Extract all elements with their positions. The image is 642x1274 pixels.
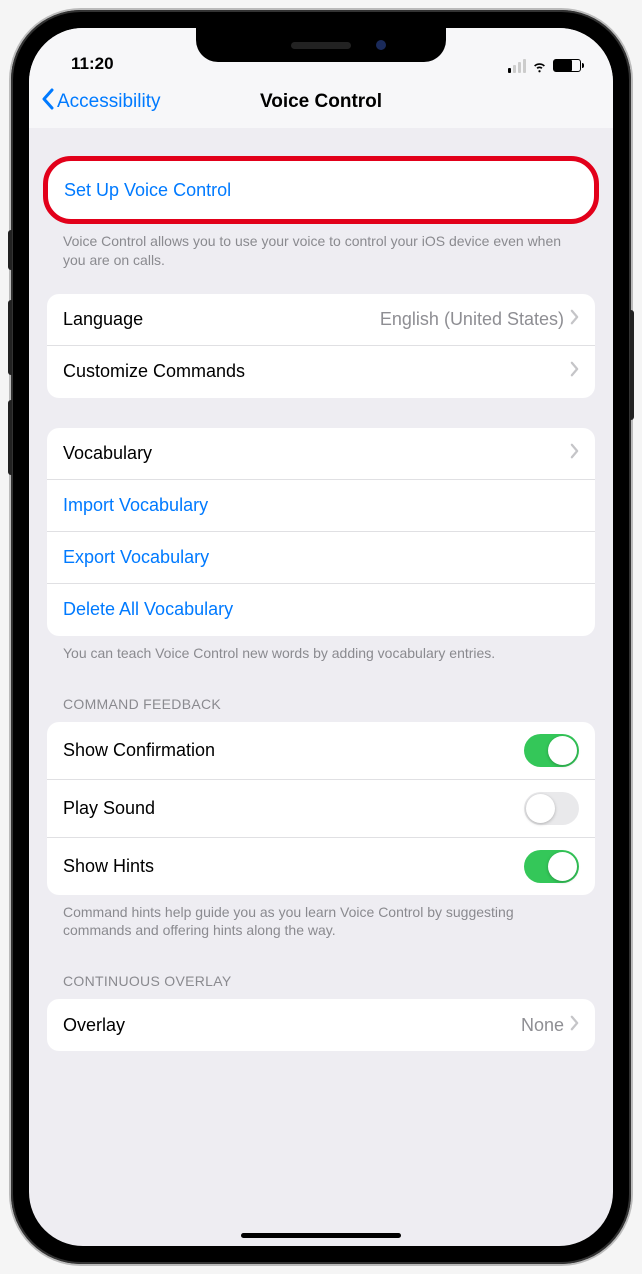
status-right bbox=[508, 57, 582, 74]
chevron-right-icon bbox=[570, 361, 579, 382]
cellular-signal-icon bbox=[508, 59, 527, 73]
page-title: Voice Control bbox=[260, 91, 382, 113]
customize-commands-row[interactable]: Customize Commands bbox=[47, 346, 595, 398]
chevron-left-icon bbox=[41, 88, 55, 116]
navigation-bar: Accessibility Voice Control bbox=[29, 76, 613, 128]
show-hints-row: Show Hints bbox=[47, 838, 595, 895]
command-feedback-header: Command Feedback bbox=[29, 673, 613, 722]
command-feedback-group: Show Confirmation Play Sound Show Hints bbox=[47, 722, 595, 895]
status-time: 11:20 bbox=[71, 54, 114, 74]
overlay-label: Overlay bbox=[63, 1015, 125, 1036]
show-hints-toggle[interactable] bbox=[524, 850, 579, 883]
volume-up-button bbox=[8, 300, 12, 375]
chevron-right-icon bbox=[570, 309, 579, 330]
battery-icon bbox=[553, 59, 581, 72]
overlay-row[interactable]: Overlay None bbox=[47, 999, 595, 1051]
speaker-grille bbox=[291, 42, 351, 49]
language-row[interactable]: Language English (United States) bbox=[47, 294, 595, 346]
play-sound-toggle[interactable] bbox=[524, 792, 579, 825]
front-camera bbox=[376, 40, 386, 50]
back-button[interactable]: Accessibility bbox=[41, 88, 160, 116]
chevron-right-icon bbox=[570, 1015, 579, 1036]
vocabulary-group: Vocabulary Import Vocabulary Export Voca… bbox=[47, 428, 595, 636]
side-button bbox=[630, 310, 634, 420]
notch bbox=[196, 28, 446, 62]
command-feedback-footer: Command hints help guide you as you lear… bbox=[29, 895, 613, 951]
vocabulary-label: Vocabulary bbox=[63, 443, 152, 464]
language-label: Language bbox=[63, 309, 143, 330]
set-up-voice-control-row[interactable]: Set Up Voice Control bbox=[48, 164, 594, 216]
continuous-overlay-header: Continuous Overlay bbox=[29, 950, 613, 999]
chevron-right-icon bbox=[570, 443, 579, 464]
volume-down-button bbox=[8, 400, 12, 475]
screen: 11:20 Accessibility Voice Control bbox=[29, 28, 613, 1246]
show-confirmation-toggle[interactable] bbox=[524, 734, 579, 767]
setup-label: Set Up Voice Control bbox=[64, 180, 231, 201]
settings-content: Set Up Voice Control Voice Control allow… bbox=[29, 128, 613, 1051]
wifi-icon bbox=[531, 57, 548, 74]
delete-all-vocabulary-row[interactable]: Delete All Vocabulary bbox=[47, 584, 595, 636]
play-sound-row: Play Sound bbox=[47, 780, 595, 838]
show-hints-label: Show Hints bbox=[63, 856, 154, 877]
language-value: English (United States) bbox=[380, 309, 564, 330]
language-group: Language English (United States) Customi… bbox=[47, 294, 595, 398]
import-vocabulary-row[interactable]: Import Vocabulary bbox=[47, 480, 595, 532]
import-vocabulary-label: Import Vocabulary bbox=[63, 495, 208, 516]
export-vocabulary-row[interactable]: Export Vocabulary bbox=[47, 532, 595, 584]
setup-group: Set Up Voice Control bbox=[43, 156, 599, 224]
setup-footer: Voice Control allows you to use your voi… bbox=[29, 224, 613, 280]
mute-switch bbox=[8, 230, 12, 270]
customize-commands-label: Customize Commands bbox=[63, 361, 245, 382]
delete-all-vocabulary-label: Delete All Vocabulary bbox=[63, 599, 233, 620]
home-indicator[interactable] bbox=[241, 1233, 401, 1238]
overlay-value: None bbox=[521, 1015, 564, 1036]
vocabulary-footer: You can teach Voice Control new words by… bbox=[29, 636, 613, 673]
export-vocabulary-label: Export Vocabulary bbox=[63, 547, 209, 568]
back-label: Accessibility bbox=[57, 91, 160, 113]
show-confirmation-row: Show Confirmation bbox=[47, 722, 595, 780]
vocabulary-row[interactable]: Vocabulary bbox=[47, 428, 595, 480]
show-confirmation-label: Show Confirmation bbox=[63, 740, 215, 761]
play-sound-label: Play Sound bbox=[63, 798, 155, 819]
phone-frame: 11:20 Accessibility Voice Control bbox=[11, 10, 631, 1264]
continuous-overlay-group: Overlay None bbox=[47, 999, 595, 1051]
